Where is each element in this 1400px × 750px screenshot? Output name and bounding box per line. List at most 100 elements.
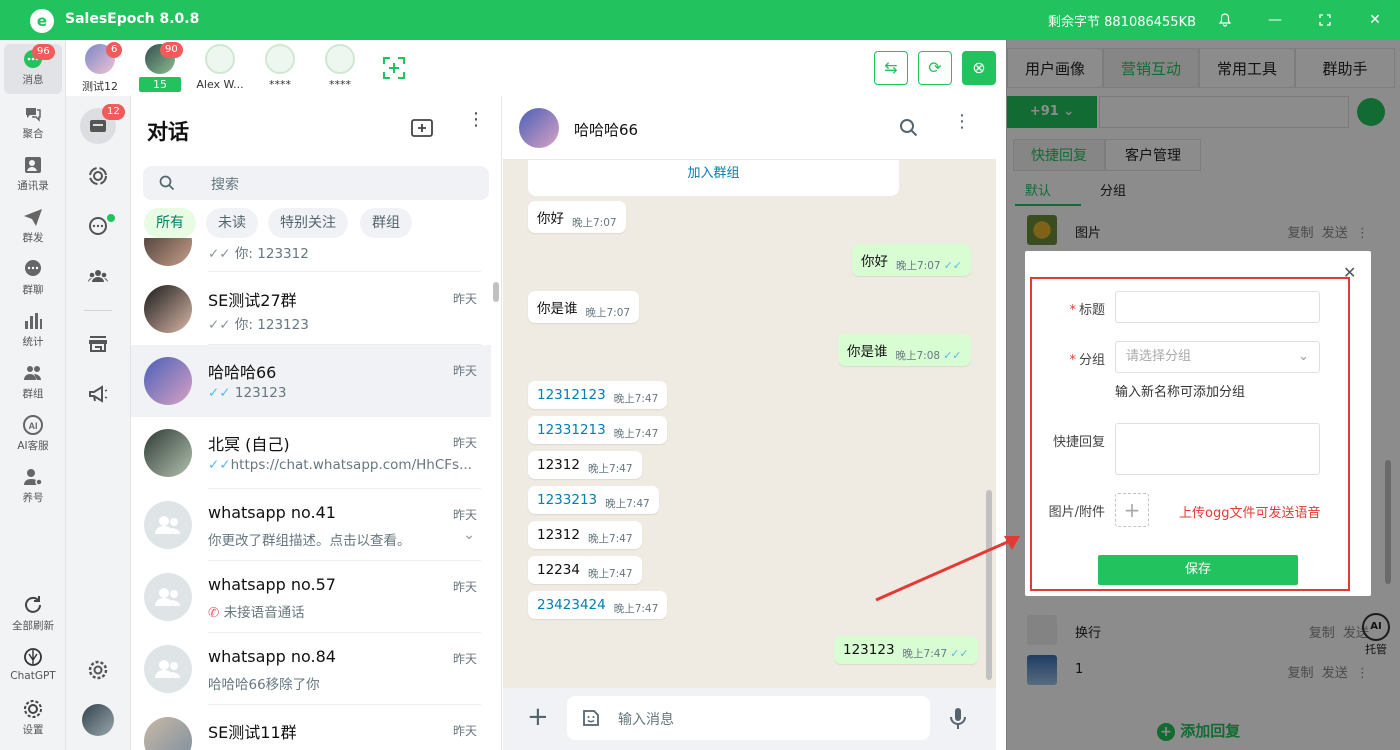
avatar — [144, 285, 192, 333]
chevron-down-icon[interactable]: ⌄ — [463, 527, 475, 543]
communities-icon[interactable] — [80, 258, 116, 294]
chat-preview: ✓✓https://chat.whatsapp.com/HhCFs... — [208, 457, 472, 473]
switch-button[interactable]: ⇆ — [874, 51, 908, 85]
join-group-link[interactable]: 加入群组 — [528, 160, 899, 196]
chat-time: 昨天 — [452, 364, 477, 378]
profile-avatar[interactable] — [82, 704, 114, 736]
send-icon — [24, 209, 42, 226]
rail-item-messages[interactable]: 消息 96 — [4, 44, 62, 94]
title-input[interactable] — [1115, 291, 1320, 323]
message-input[interactable]: 输入消息 — [567, 696, 930, 740]
close-window-icon[interactable]: ✕ — [1363, 8, 1387, 32]
chat-preview: ✓✓ 123123 — [208, 385, 287, 401]
rail-item-stats[interactable]: 统计 — [4, 306, 62, 356]
more-menu-icon[interactable]: ⋮ — [953, 113, 971, 131]
list-item[interactable]: SE测试27群 ✓✓ 你: 123123 昨天 — [131, 273, 491, 345]
group-label: * 分组 — [1069, 353, 1105, 368]
read-ticks-icon: ✓✓ — [943, 349, 962, 362]
message-in: 你好 晚上7:07 — [528, 201, 626, 233]
channels-icon[interactable] — [80, 208, 116, 244]
list-item[interactable]: SE测试11群 昨天 — [131, 705, 491, 750]
message-placeholder: 输入消息 — [618, 712, 674, 728]
list-item[interactable]: whatsapp no.84 哈哈哈66移除了你 昨天 — [131, 633, 491, 705]
rail-item-group-chat[interactable]: 群聊 — [4, 254, 62, 304]
add-account-icon[interactable] — [382, 56, 406, 80]
rail-item-ai-service[interactable]: AI AI客服 — [4, 410, 62, 460]
rail-item-refresh-all[interactable]: 全部刷新 — [4, 590, 62, 640]
title-label: * 标题 — [1069, 303, 1105, 318]
close-account-button[interactable]: ⊗ — [962, 51, 996, 85]
save-button[interactable]: 保存 — [1098, 555, 1298, 585]
list-item-selected[interactable]: 哈哈哈66 ✓✓ 123123 昨天 — [131, 345, 491, 417]
scrollbar-thumb[interactable] — [493, 282, 499, 302]
rail-item-settings[interactable]: 设置 — [4, 694, 62, 744]
search-input[interactable]: 搜索 — [211, 174, 239, 194]
message-out: 你好 晚上7:07 ✓✓ — [852, 244, 972, 276]
refresh-icon — [25, 596, 41, 613]
group-select[interactable]: 请选择分组 ⌄ — [1115, 341, 1320, 373]
account-item[interactable]: **** — [312, 44, 368, 91]
missed-call-icon: ✆ — [208, 605, 224, 621]
filter-groups[interactable]: 群组 — [360, 208, 412, 238]
chat-name: SE测试11群 — [208, 723, 297, 742]
search-box[interactable]: 搜索 — [143, 166, 489, 200]
rail-item-aggregate[interactable]: 聚合 — [4, 98, 62, 148]
search-icon[interactable] — [899, 118, 919, 138]
list-item-partial[interactable]: ✓✓ 你: 123312 — [131, 238, 491, 272]
chat-preview: 你更改了群组描述。点击以查看。 — [208, 533, 411, 549]
account-item[interactable]: **** — [252, 44, 308, 91]
list-item[interactable]: 北冥 (自己) ✓✓https://chat.whatsapp.com/HhCF… — [131, 417, 491, 489]
new-dot — [107, 214, 115, 222]
minimize-icon[interactable]: — — [1263, 8, 1287, 32]
chat-name: SE测试27群 — [208, 291, 297, 310]
remaining-bytes: 剩余字节 881086455KB — [1048, 15, 1197, 30]
account-item[interactable]: Alex W... — [192, 44, 248, 91]
maximize-icon[interactable] — [1313, 8, 1337, 32]
chatgpt-icon — [24, 648, 42, 666]
quick-reply-dialog: ✕ * 标题 * 分组 请选择分组 ⌄ 输入新名称可添加分组 快捷回复 图片/附件 … — [1025, 251, 1371, 596]
chats-icon[interactable]: 12 — [80, 104, 125, 144]
rail-item-contacts[interactable]: 通讯录 — [4, 150, 62, 200]
rail-item-chatgpt[interactable]: ChatGPT — [4, 642, 62, 692]
svg-text:AI: AI — [29, 421, 38, 431]
contact-avatar[interactable] — [519, 108, 559, 148]
gear-icon — [24, 700, 42, 718]
filter-all[interactable]: 所有 — [144, 208, 196, 238]
unread-badge: 12 — [102, 104, 125, 120]
microphone-icon[interactable] — [949, 707, 967, 731]
reply-textarea[interactable] — [1115, 423, 1320, 475]
store-icon[interactable] — [80, 326, 116, 362]
message-in[interactable]: 1233213 晚上7:47 — [528, 486, 659, 514]
plus-icon[interactable]: + — [527, 704, 549, 730]
chat-time: 昨天 — [452, 652, 477, 666]
message-in[interactable]: 23423424 晚上7:47 — [528, 591, 668, 619]
new-chat-icon[interactable] — [411, 118, 433, 138]
status-icon[interactable] — [80, 158, 116, 194]
rail-label: 养号 — [22, 492, 44, 504]
list-item[interactable]: whatsapp no.57 ✆ 未接语音通话 昨天 — [131, 561, 491, 633]
bell-icon[interactable] — [1213, 8, 1237, 32]
filter-favorites[interactable]: 特别关注 — [268, 208, 348, 238]
chat-preview: ✓✓ 你: 123312 — [208, 246, 309, 262]
account-item[interactable]: 测试12 6 — [72, 42, 128, 94]
read-ticks-icon: ✓✓ — [950, 647, 969, 660]
message-in[interactable]: 12312123 晚上7:47 — [528, 381, 668, 409]
message-in[interactable]: 12331213 晚上7:47 — [528, 416, 668, 444]
upload-plus-icon[interactable]: + — [1115, 493, 1149, 527]
list-item[interactable]: whatsapp no.41 你更改了群组描述。点击以查看。 昨天 ⌄ — [131, 489, 491, 561]
contact-name[interactable]: 哈哈哈66 — [574, 119, 638, 140]
more-menu-icon[interactable]: ⋮ — [467, 111, 485, 129]
account-item-active[interactable]: 15 90 — [132, 42, 188, 92]
message-in: 12234 晚上7:47 — [528, 556, 642, 584]
rail-label: 全部刷新 — [12, 620, 54, 632]
settings-gear-icon[interactable] — [80, 652, 116, 688]
rail-item-broadcast[interactable]: 群发 — [4, 202, 62, 252]
rail-item-groups[interactable]: 群组 — [4, 358, 62, 408]
message-in: 12312 晚上7:47 — [528, 521, 642, 549]
row-divider — [208, 271, 481, 272]
rail-item-nurture[interactable]: 养号 — [4, 462, 62, 512]
filter-unread[interactable]: 未读 — [206, 208, 258, 238]
sticker-icon[interactable] — [581, 708, 601, 728]
reload-button[interactable]: ⟳ — [918, 51, 952, 85]
megaphone-icon[interactable] — [80, 376, 116, 412]
